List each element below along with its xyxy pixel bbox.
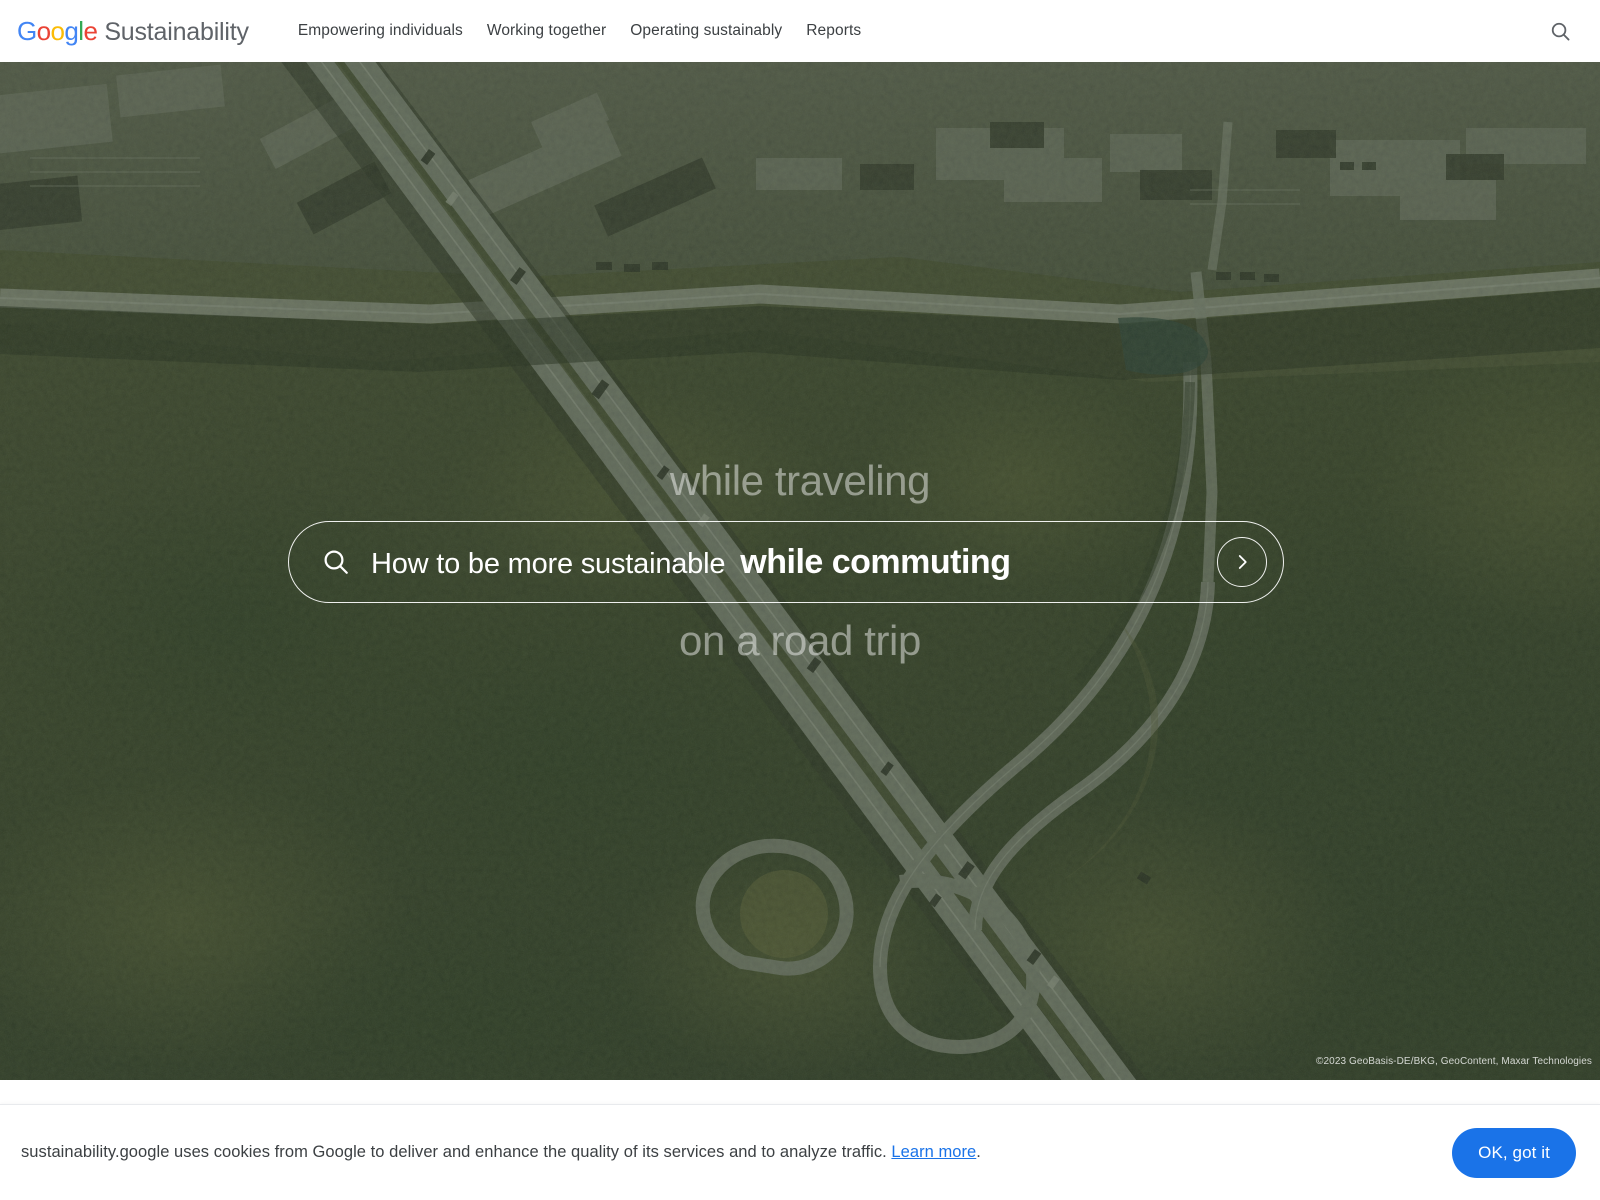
logo-letter-g1: G [17,15,37,46]
hero-search-prefix: How to be more sustainable [371,547,726,580]
logo-letter-o1: o [36,15,51,46]
map-attribution: ©2023 GeoBasis-DE/BKG, GeoContent, Maxar… [1316,1056,1592,1067]
nav-item-empowering-individuals[interactable]: Empowering individuals [298,22,475,40]
cookie-consent-text: sustainability.google uses cookies from … [21,1143,981,1162]
search-icon [1551,22,1569,40]
logo-letter-o2: o [50,15,65,46]
cookie-text-before-link: sustainability.google uses cookies from … [21,1143,892,1161]
search-icon [315,547,357,577]
hero-search-bar[interactable]: How to be more sustainable while commuti… [288,521,1284,603]
logo-letter-g2: g [64,15,79,46]
hero-section: while traveling How to be more sustainab… [0,62,1600,1080]
hero-search-text: How to be more sustainable while commuti… [371,543,1010,582]
cookie-consent-banner: sustainability.google uses cookies from … [0,1104,1600,1200]
nav-item-operating-sustainably[interactable]: Operating sustainably [618,22,794,40]
chevron-right-icon [1238,555,1247,569]
product-name: Sustainability [104,17,249,46]
hero-search-submit-button[interactable] [1217,537,1267,587]
nav-item-reports[interactable]: Reports [794,22,873,40]
cookie-learn-more-link[interactable]: Learn more [891,1143,976,1161]
cookie-text-after-link: . [976,1143,981,1161]
nav-item-working-together[interactable]: Working together [475,22,618,40]
site-header: Google Sustainability Empowering individ… [0,0,1600,62]
brand-logo[interactable]: Google Sustainability [17,16,249,47]
primary-nav: Empowering individuals Working together … [298,22,873,40]
logo-letter-e: e [83,15,98,46]
hero-search-highlight: while commuting [740,542,1011,581]
cookie-accept-button[interactable]: OK, got it [1452,1127,1576,1178]
google-wordmark: Google [17,15,98,47]
header-search-button[interactable] [1542,13,1578,49]
